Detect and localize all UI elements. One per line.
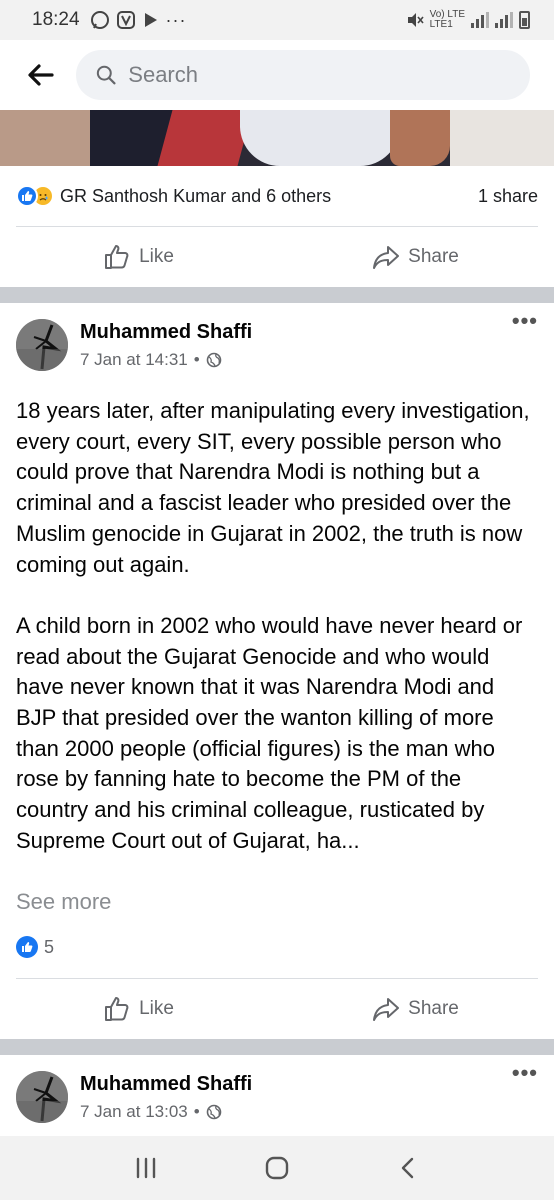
share-button[interactable]: Share [277, 243, 554, 271]
status-time: 18:24 [32, 9, 80, 30]
avatar[interactable] [16, 319, 68, 371]
post-photo[interactable] [0, 110, 554, 166]
more-options-icon[interactable]: ••• [512, 310, 538, 332]
like-reaction-icon [16, 185, 38, 207]
author-name[interactable]: Muhammed Shaffi [80, 1073, 252, 1096]
post-paragraph: 18 years later, after manipulating every… [16, 398, 530, 577]
globe-icon [206, 1104, 222, 1119]
notification-icons: ··· [90, 10, 187, 31]
author-name[interactable]: Muhammed Shaffi [80, 321, 252, 344]
post-header: Muhammed Shaffi 7 Jan at 14:31 • ••• [0, 310, 554, 380]
back-nav-button[interactable] [378, 1148, 438, 1188]
arrow-left-icon [28, 64, 54, 86]
post-timestamp[interactable]: 7 Jan at 14:31 [80, 350, 188, 370]
reactions-text: GR Santhosh Kumar and 6 others [60, 185, 332, 206]
status-bar: 18:24 ··· Vo) LTE LTE1 [0, 0, 554, 40]
more-notifications-icon: ··· [165, 9, 187, 30]
see-more-link[interactable]: See more [16, 889, 111, 915]
more-options-icon[interactable]: ••• [512, 1062, 538, 1084]
recent-apps-button[interactable] [116, 1148, 176, 1188]
mute-icon [407, 13, 424, 27]
chevron-left-icon [402, 1157, 414, 1179]
network-labels: Vo) LTE LTE1 [430, 10, 465, 30]
like-button[interactable]: Like [0, 243, 277, 271]
status-right: Vo) LTE LTE1 [406, 10, 530, 30]
feed-separator [0, 287, 554, 303]
like-label: Like [139, 246, 174, 267]
play-store-icon [144, 13, 157, 27]
share-count[interactable]: 1 share [478, 186, 538, 207]
search-box[interactable] [76, 50, 530, 100]
share-button[interactable]: Share [277, 995, 554, 1023]
system-nav-bar [0, 1136, 554, 1200]
network-label-bottom: LTE1 [429, 19, 453, 30]
thumbs-up-icon [105, 245, 129, 269]
reaction-summary[interactable]: GR Santhosh Kumar and 6 others 1 share [0, 166, 554, 226]
like-label: Like [139, 998, 174, 1019]
reaction-icons [16, 185, 54, 207]
post1-action-row: Like Share [0, 227, 554, 287]
search-input[interactable] [128, 62, 510, 88]
back-button[interactable] [20, 55, 60, 95]
signal-icon-2 [495, 12, 513, 28]
meta-separator: • [193, 1101, 200, 1121]
like-button[interactable]: Like [0, 995, 277, 1023]
recent-apps-icon [136, 1157, 155, 1179]
post-header: Muhammed Shaffi 7 Jan at 13:03 • ••• [0, 1062, 554, 1132]
share-arrow-icon [373, 246, 400, 269]
post2-action-row: Like Share [0, 979, 554, 1039]
avatar[interactable] [16, 1071, 68, 1123]
post-timestamp[interactable]: 7 Jan at 13:03 [80, 1102, 188, 1122]
home-icon [265, 1156, 289, 1180]
whatsapp-icon [90, 11, 109, 29]
globe-icon [206, 352, 222, 367]
like-count: 5 [44, 936, 55, 957]
feed-separator [0, 1039, 554, 1055]
app-notification-icon [116, 11, 135, 29]
like-count-row[interactable]: 5 [16, 936, 54, 958]
meta-separator: • [193, 349, 200, 369]
thumbs-up-icon [105, 997, 129, 1021]
search-header [0, 40, 554, 110]
share-arrow-icon [373, 998, 400, 1021]
share-label: Share [408, 998, 459, 1019]
search-icon [96, 65, 116, 85]
share-label: Share [408, 246, 459, 267]
battery-icon [519, 11, 530, 29]
post-body: 18 years later, after manipulating every… [16, 396, 538, 857]
home-button[interactable] [247, 1148, 307, 1188]
post-paragraph: A child born in 2002 who would have neve… [16, 612, 523, 853]
signal-icon [471, 12, 489, 28]
like-reaction-icon [16, 936, 38, 958]
